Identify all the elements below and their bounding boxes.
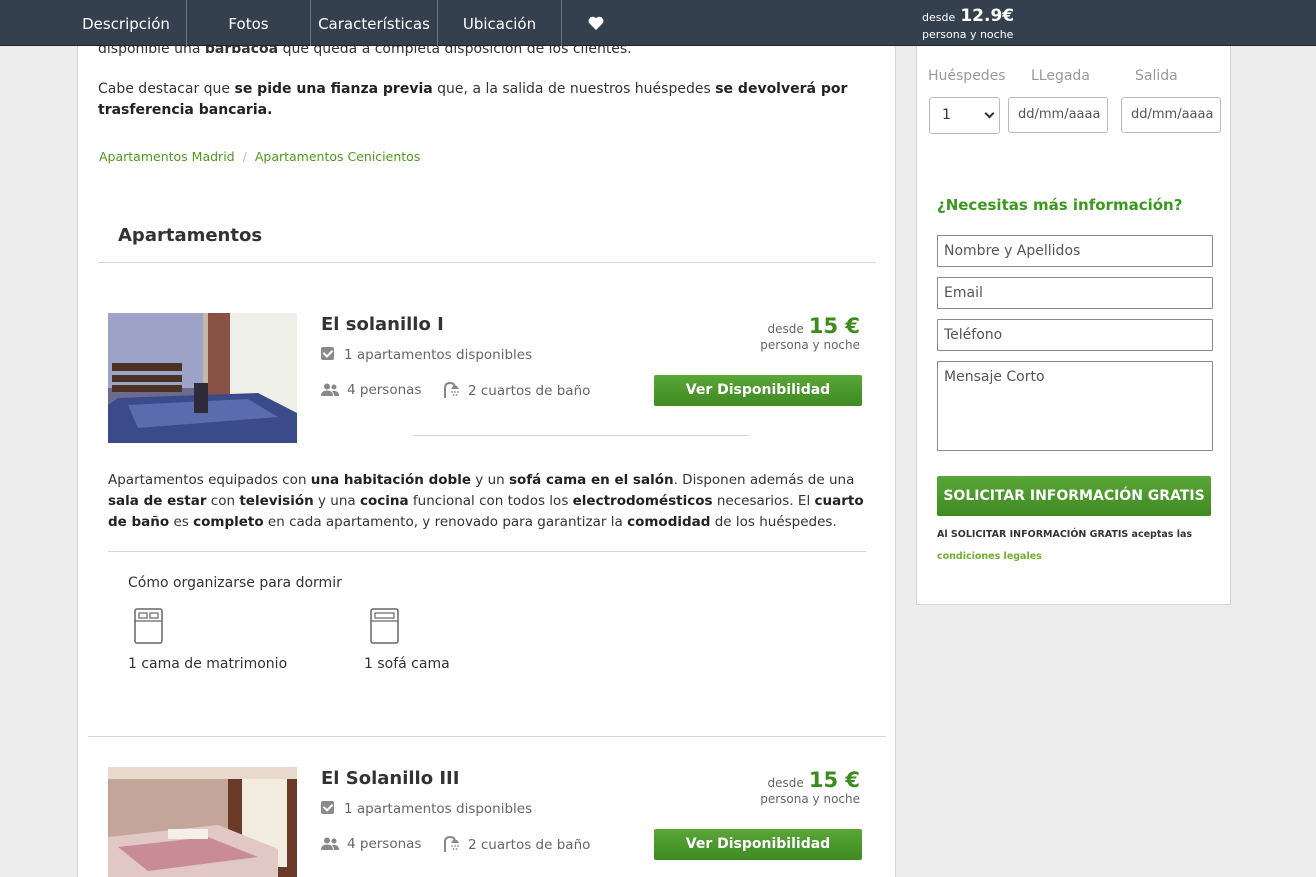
price-per: persona y noche [760,338,860,352]
tab-ubicacion[interactable]: Ubicación [438,0,562,46]
departure-label: Salida [1135,68,1178,84]
chevron-down-icon [984,108,995,119]
solicitar-informacion-button[interactable]: SOLICITAR INFORMACIÓN GRATIS [937,476,1211,516]
name-field[interactable]: Nombre y Apellidos [937,235,1213,267]
apartment-baths: 2 cuartos de baño [442,381,591,402]
apartment-capacity: 4 personas [321,382,421,401]
apartment-capacity: 4 personas [321,836,421,855]
legal-text: Al SOLICITAR INFORMACIÓN GRATIS aceptas … [937,529,1193,540]
nav-price-per: persona y noche [922,28,1014,41]
guests-label: Huéspedes [928,68,1006,84]
check-icon [321,347,334,360]
top-nav: Descripción Fotos Características Ubicac… [0,0,1316,46]
apartment-price: desde 15 € persona y noche [760,314,860,352]
bed-label: 1 sofá cama [364,656,450,672]
tab-fotos[interactable]: Fotos [187,0,311,46]
apartment-baths: 2 cuartos de baño [442,835,591,856]
bed-label: 1 cama de matrimonio [128,656,288,672]
price-per: persona y noche [760,792,860,806]
legal-notice: Al SOLICITAR INFORMACIÓN GRATIS aceptas … [937,524,1217,568]
apartment-availability: 1 apartamentos disponibles [321,347,532,363]
nav-price-amount: 12.9€ [960,6,1015,26]
people-text: 4 personas [347,382,422,398]
price-amount: 15 € [808,768,860,792]
shower-icon [442,835,460,856]
sofa-bed-icon [370,608,399,648]
message-field[interactable]: Mensaje Corto [937,361,1213,451]
favorite-button[interactable] [562,0,630,46]
apartment-photo[interactable] [108,313,297,443]
fianza-bold-1: se pide una fianza previa [234,81,433,97]
breadcrumb-link-cenicientos[interactable]: Apartamentos Cenicientos [255,149,421,164]
heart-icon [588,14,604,34]
section-title: Apartamentos [118,225,263,246]
apartment-name[interactable]: El solanillo I [321,314,444,335]
people-text: 4 personas [347,836,422,852]
breadcrumb-separator: / [242,149,247,164]
apartment-availability: 1 apartamentos disponibles [321,801,532,817]
main-content: disponible una barbacoa que queda a comp… [77,41,896,877]
paragraph-fianza: Cabe destacar que se pide una fianza pre… [98,79,868,121]
price-desde: desde [767,322,804,336]
apartment-photo[interactable] [108,767,297,877]
price-amount: 15 € [808,314,860,338]
tab-caracteristicas[interactable]: Características [311,0,438,46]
people-icon [321,837,339,855]
arrival-label: LLegada [1031,68,1090,84]
apartment-description: Apartamentos equipados con una habitació… [108,472,864,530]
check-icon [321,801,334,814]
departure-date-input[interactable]: dd/mm/aaaa [1121,97,1221,133]
guests-value: 1 [942,107,951,123]
double-bed-icon [134,608,163,648]
divider [108,551,866,552]
nav-price-desde: desde [922,11,956,24]
guests-select[interactable]: 1 [929,97,1000,134]
fianza-text-2: que, a la salida de nuestros huéspedes [432,81,716,97]
ver-disponibilidad-button[interactable]: Ver Disponibilidad [654,375,862,406]
arrival-date-input[interactable]: dd/mm/aaaa [1008,97,1108,133]
baths-text: 2 cuartos de baño [468,383,591,399]
email-field[interactable]: Email [937,277,1213,309]
breadcrumb: Apartamentos Madrid / Apartamentos Cenicie… [99,149,420,164]
booking-sidebar: Huéspedes LLegada Salida 1 dd/mm/aaaa dd… [916,46,1231,605]
apartment-price: desde 15 € persona y noche [760,768,860,806]
sleep-arrangement-title: Cómo organizarse para dormir [128,575,342,591]
legal-conditions-link[interactable]: condiciones legales [937,551,1042,562]
apartment-name[interactable]: El Solanillo III [321,768,459,789]
ver-disponibilidad-button[interactable]: Ver Disponibilidad [654,829,862,860]
tab-descripcion[interactable]: Descripción [66,0,187,46]
nav-price: desde 12.9€ persona y noche [922,6,1015,41]
availability-text: 1 apartamentos disponibles [344,801,533,817]
people-icon [321,383,339,401]
availability-text: 1 apartamentos disponibles [344,347,533,363]
price-desde: desde [767,776,804,790]
breadcrumb-link-madrid[interactable]: Apartamentos Madrid [99,149,235,164]
baths-text: 2 cuartos de baño [468,837,591,853]
divider [88,736,886,737]
shower-icon [442,381,460,402]
divider [413,435,749,436]
info-title: ¿Necesitas más información? [937,196,1183,214]
fianza-text-1: Cabe destacar que [98,81,235,97]
divider [98,262,876,263]
phone-field[interactable]: Teléfono [937,319,1213,351]
